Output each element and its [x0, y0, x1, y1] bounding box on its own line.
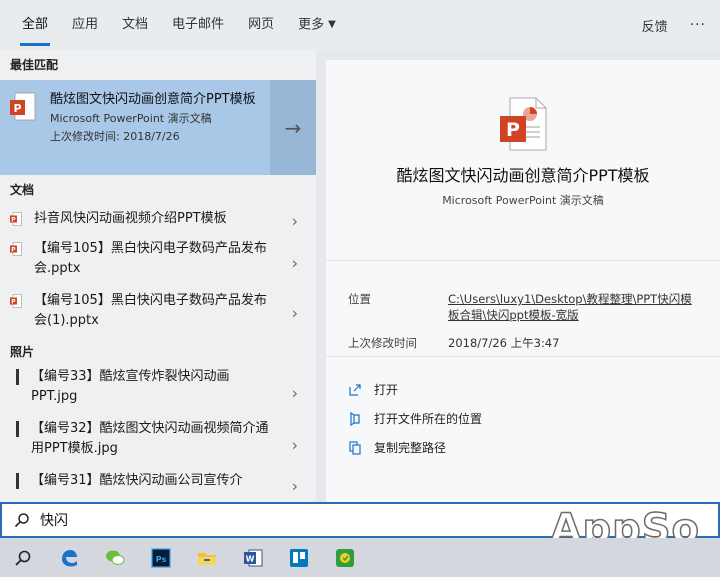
taskbar-word[interactable]: W: [230, 538, 276, 577]
powerpoint-file-icon: P: [10, 242, 22, 256]
open-file-location-label: 打开文件所在的位置: [374, 412, 483, 426]
open-action[interactable]: 打开: [348, 375, 720, 404]
taskbar-file-explorer[interactable]: [184, 538, 230, 577]
location-link[interactable]: C:\Users\luxy1\Desktop\教程整理\PPT快闪模板合辑\快闪…: [448, 291, 698, 323]
svg-text:Ps: Ps: [156, 555, 167, 564]
preview-subtitle: Microsoft PowerPoint 演示文稿: [442, 194, 604, 207]
section-documents: 文档: [10, 183, 35, 197]
chevron-right-icon: ›: [291, 383, 298, 403]
preview-pane: P 酷炫图文快闪动画创意简介PPT模板 Microsoft PowerPoint…: [326, 60, 720, 502]
tab-apps[interactable]: 应用: [60, 0, 110, 50]
location-label: 位置: [348, 292, 371, 306]
list-item-label: 【编号105】黑白快闪电子数码产品发布会.pptx: [34, 241, 267, 276]
list-item-label: 【编号32】酷炫图文快闪动画视频简介通用PPT模板.jpg: [31, 421, 269, 456]
svg-text:P: P: [506, 119, 520, 141]
taskbar-search-button[interactable]: [0, 538, 46, 577]
list-item[interactable]: P 【编号105】黑白快闪电子数码产品发布会.pptx ›: [0, 237, 316, 289]
taskbar-photoshop[interactable]: Ps: [138, 538, 184, 577]
search-scope-tabs: 全部 应用 文档 电子邮件 网页 更多 ▼ 反馈 ···: [0, 0, 720, 50]
list-item[interactable]: P 抖音风快闪动画视频介绍PPT模板 ›: [0, 205, 316, 237]
tab-documents[interactable]: 文档: [110, 0, 160, 50]
list-item-label: 抖音风快闪动画视频介绍PPT模板: [34, 211, 227, 226]
taskbar: Ps W: [0, 538, 720, 577]
chevron-down-icon: ▼: [328, 19, 336, 30]
list-item[interactable]: 【编号31】酷炫快闪动画公司宣传介 ›: [0, 471, 316, 501]
best-match-modified: 上次修改时间: 2018/7/26: [50, 130, 180, 143]
folder-location-icon: [350, 411, 360, 426]
svg-text:W: W: [246, 554, 255, 563]
chevron-right-icon: ›: [291, 253, 298, 273]
section-best-match: 最佳匹配: [10, 58, 59, 72]
best-match-expand-button[interactable]: →: [270, 80, 316, 175]
file-details: 位置 C:\Users\luxy1\Desktop\教程整理\PPT快闪模板合辑…: [326, 261, 720, 357]
svg-text:P: P: [11, 246, 16, 253]
tab-web[interactable]: 网页: [236, 0, 286, 50]
list-item[interactable]: P 【编号105】黑白快闪电子数码产品发布会(1).pptx ›: [0, 289, 316, 337]
taskbar-app[interactable]: [322, 538, 368, 577]
preview-title: 酷炫图文快闪动画创意简介PPT模板: [396, 166, 650, 185]
file-explorer-icon: [198, 552, 216, 565]
modified-label: 上次修改时间: [348, 336, 417, 350]
chevron-right-icon: ›: [291, 211, 298, 231]
more-options-icon[interactable]: ···: [690, 17, 706, 33]
powerpoint-file-icon: P: [10, 294, 22, 308]
detail-location: 位置 C:\Users\luxy1\Desktop\教程整理\PPT快闪模板合辑…: [348, 291, 720, 323]
svg-text:P: P: [13, 102, 21, 115]
open-icon: [349, 383, 361, 396]
wechat-icon: [106, 550, 125, 565]
photoshop-icon: Ps: [151, 547, 171, 568]
svg-text:P: P: [11, 298, 16, 305]
taskbar-edge[interactable]: [46, 538, 92, 577]
trello-icon: [290, 548, 308, 567]
app-icon: [336, 548, 354, 567]
powerpoint-file-icon: P: [10, 212, 22, 226]
best-match-type: Microsoft PowerPoint 演示文稿: [50, 112, 212, 125]
arrow-right-icon: →: [284, 115, 302, 140]
search-icon: [14, 513, 29, 528]
powerpoint-file-icon: P: [500, 97, 547, 151]
tab-more[interactable]: 更多 ▼: [286, 0, 348, 50]
taskbar-wechat[interactable]: [92, 538, 138, 577]
list-item[interactable]: 【编号33】酷炫宣传炸裂快闪动画PPT.jpg ›: [0, 367, 316, 419]
search-box: AppSo: [0, 502, 720, 553]
best-match-title: 酷炫图文快闪动画创意简介PPT模板: [50, 92, 256, 107]
search-input[interactable]: [40, 512, 440, 528]
best-match-item[interactable]: P 酷炫图文快闪动画创意简介PPT模板 Microsoft PowerPoint…: [0, 80, 316, 175]
image-file-icon: [16, 369, 19, 385]
image-file-icon: [16, 473, 19, 489]
svg-text:P: P: [11, 216, 16, 223]
preview-actions: 打开 打开文件所在的位置 复制完整路径: [326, 357, 720, 462]
list-item[interactable]: 【编号32】酷炫图文快闪动画视频简介通用PPT模板.jpg ›: [0, 419, 316, 471]
section-photos: 照片: [10, 345, 35, 359]
copy-icon: [349, 440, 361, 455]
image-file-icon: [16, 421, 19, 437]
edge-icon: [62, 549, 77, 566]
open-file-location-action[interactable]: 打开文件所在的位置: [348, 404, 720, 433]
copy-full-path-action[interactable]: 复制完整路径: [348, 433, 720, 462]
tab-email[interactable]: 电子邮件: [160, 0, 236, 50]
tab-more-label: 更多: [298, 17, 325, 33]
list-item-label: 【编号33】酷炫宣传炸裂快闪动画PPT.jpg: [31, 369, 230, 404]
chevron-right-icon: ›: [291, 435, 298, 455]
preview-header: P 酷炫图文快闪动画创意简介PPT模板 Microsoft PowerPoint…: [326, 96, 720, 261]
feedback-button[interactable]: 反馈: [642, 16, 668, 35]
chevron-right-icon: ›: [291, 476, 298, 496]
chevron-right-icon: ›: [291, 303, 298, 323]
results-list: 最佳匹配 P 酷炫图文快闪动画创意简介PPT模板 Microsoft Power…: [0, 50, 316, 502]
list-item-label: 【编号105】黑白快闪电子数码产品发布会(1).pptx: [34, 293, 267, 328]
powerpoint-file-icon: P: [10, 92, 36, 121]
tab-all[interactable]: 全部: [10, 0, 60, 50]
word-icon: W: [244, 549, 263, 566]
copy-full-path-label: 复制完整路径: [374, 441, 447, 455]
taskbar-trello[interactable]: [276, 538, 322, 577]
open-action-label: 打开: [374, 383, 399, 397]
search-icon: [15, 550, 31, 566]
list-item-label: 【编号31】酷炫快闪动画公司宣传介: [31, 473, 243, 488]
modified-value: 2018/7/26 上午3:47: [448, 336, 560, 350]
detail-modified: 上次修改时间 2018/7/26 上午3:47: [348, 335, 720, 351]
